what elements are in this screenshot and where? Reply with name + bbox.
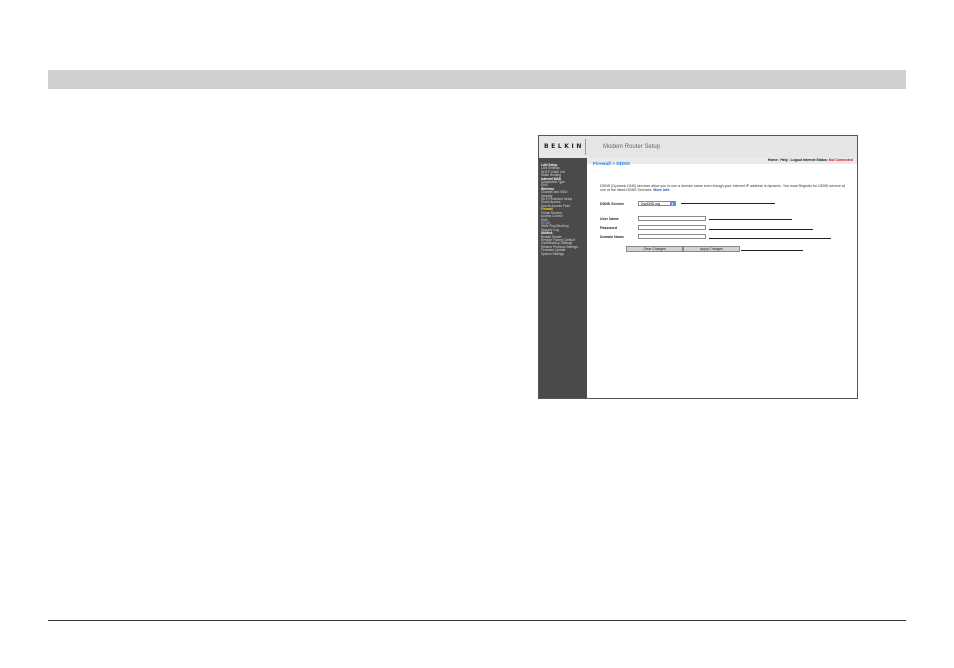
callout-line-password [709,229,813,230]
page-title: Firewall > DDNS [593,162,630,167]
sidebar-item-system-settings[interactable]: System Settings [541,252,578,256]
callout-line-username [709,219,792,220]
callout-line-ddns-service [681,203,775,204]
password-label: Password [600,226,617,230]
brand-logo: BELKIN [544,143,584,150]
apply-changes-button[interactable]: Apply Changes [683,246,740,252]
ddns-service-value: DynDNS.org [641,202,661,206]
nav-help-link[interactable]: Help [780,158,787,162]
internet-status-value: Not Connected [828,158,853,162]
main-content: Firewall > DDNS DDNS (Dynamic DNS) servi… [587,162,857,398]
domain-name-field[interactable] [638,234,706,239]
app-title: Modem Router Setup [603,144,661,150]
ddns-description: DDNS (Dynamic DNS) services allow you to… [600,184,850,193]
top-header-band [48,70,906,89]
description-text: DDNS (Dynamic DNS) services allow you to… [600,184,845,193]
chevron-down-icon[interactable]: ▼ [670,202,675,206]
nav-links: Home|Help|Logout Internet Status: Not Co… [768,158,853,162]
password-field[interactable] [638,225,706,230]
username-label: User Name [600,217,619,221]
nav-home-link[interactable]: Home [768,158,777,162]
internet-status-label: Internet Status: [803,158,828,162]
domain-name-label: Domain Name [600,235,624,239]
nav-logout-link[interactable]: Logout [791,158,803,162]
callout-line-buttons [741,250,803,251]
more-info-link[interactable]: More Info [653,188,669,192]
callout-line-domain-name [709,238,831,239]
sidebar-menu: LAN Setup LAN Settings DHCP Client List … [541,163,578,256]
ddns-service-select[interactable]: DynDNS.org ▼ [638,201,676,206]
sidebar: LAN Setup LAN Settings DHCP Client List … [539,158,587,398]
router-screenshot: BELKIN Modem Router Setup Home|Help|Logo… [538,135,858,399]
clear-changes-button[interactable]: Clear Changes [626,246,683,252]
router-header: BELKIN Modem Router Setup [539,136,857,158]
username-field[interactable] [638,216,706,221]
footer-divider [48,620,906,621]
brand-divider [585,139,586,155]
ddns-service-label: DDNS Service [600,202,624,206]
